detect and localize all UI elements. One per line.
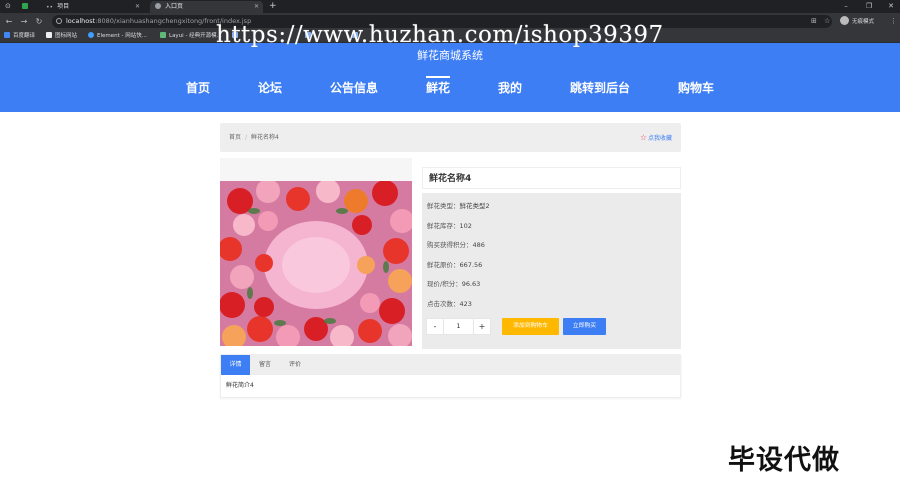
nav-flowers[interactable]: 鲜花 bbox=[425, 73, 451, 103]
minimize-icon[interactable]: – bbox=[838, 0, 854, 13]
buy-now-button[interactable]: 立即购买 bbox=[563, 318, 606, 335]
url-watermark: https://www.huzhan.com/ishop39397 bbox=[216, 22, 664, 48]
site-title: 鲜花商城系统 bbox=[417, 49, 483, 62]
browser-tab-1[interactable] bbox=[17, 1, 39, 13]
globe-icon bbox=[155, 3, 161, 9]
reload-icon[interactable]: ↻ bbox=[33, 13, 45, 30]
breadcrumb-separator: / bbox=[245, 134, 248, 141]
forward-icon[interactable]: → bbox=[18, 13, 30, 30]
close-tab-icon[interactable]: ✕ bbox=[254, 1, 259, 13]
more-menu-icon[interactable]: ⋮ bbox=[890, 13, 897, 30]
product-detail-panel: 鲜花类型：鲜花类型2 鲜花库存：102 购买获得积分：486 鲜花原价：667.… bbox=[422, 193, 681, 349]
browser-menu-icon[interactable]: ⊙ bbox=[5, 0, 11, 13]
flower-wreath-icon bbox=[220, 181, 412, 346]
bookmark-icon bbox=[46, 32, 52, 38]
field-type: 鲜花类型：鲜花类型2 bbox=[427, 202, 490, 210]
increase-button[interactable]: + bbox=[473, 318, 491, 335]
detail-tabs: 详情 留言 评价 鲜花简介4 bbox=[220, 354, 681, 398]
product-name: 鲜花名称4 bbox=[429, 174, 472, 184]
incognito-icon bbox=[840, 16, 849, 25]
star-icon: ☆ bbox=[639, 133, 647, 142]
tab-details[interactable]: 详情 bbox=[221, 355, 250, 375]
nav-forum[interactable]: 论坛 bbox=[258, 73, 282, 103]
field-clicks: 点击次数：423 bbox=[427, 300, 472, 308]
quantity-input[interactable]: 1 bbox=[444, 318, 473, 335]
field-points: 购买获得积分：486 bbox=[427, 241, 485, 249]
field-original-price: 鲜花原价：667.56 bbox=[427, 261, 483, 269]
product-name-box: 鲜花名称4 bbox=[422, 167, 681, 189]
product-image-panel bbox=[220, 158, 412, 346]
translate-icon[interactable]: ⊞ bbox=[811, 13, 817, 30]
product-image bbox=[220, 181, 412, 346]
bookmark-item[interactable]: Element - 网站快... bbox=[88, 30, 147, 43]
close-window-icon[interactable]: ✕ bbox=[883, 0, 899, 13]
field-stock: 鲜花库存：102 bbox=[427, 222, 472, 230]
browser-tab-3[interactable]: 入口页 ✕ bbox=[150, 1, 263, 13]
decrease-button[interactable]: - bbox=[426, 318, 444, 335]
bookmark-icon bbox=[88, 32, 94, 38]
bookmark-item[interactable]: Layui - 经典开源模... bbox=[160, 30, 222, 43]
tab-header: 详情 留言 评价 bbox=[221, 355, 680, 375]
add-to-cart-button[interactable]: 添加到购物车 bbox=[502, 318, 559, 335]
breadcrumb-current: 鲜花名称4 bbox=[251, 134, 279, 141]
nav-admin[interactable]: 跳转到后台 bbox=[570, 73, 630, 103]
restore-icon[interactable]: ❐ bbox=[861, 0, 877, 13]
dots-icon: •• bbox=[46, 4, 54, 11]
browser-tab-bar: ⊙ •• 项目 ✕ 入口页 ✕ + – ❐ ✕ bbox=[0, 0, 900, 13]
tab-content: 鲜花简介4 bbox=[226, 382, 254, 389]
breadcrumb: 首页 / 鲜花名称4 ☆点我收藏 bbox=[220, 123, 681, 152]
breadcrumb-home[interactable]: 首页 bbox=[229, 134, 241, 141]
bookmark-star-icon[interactable]: ☆ bbox=[824, 13, 830, 30]
nav-announcements[interactable]: 公告信息 bbox=[330, 73, 378, 103]
bookmark-icon bbox=[4, 32, 10, 38]
nav-cart[interactable]: 购物车 bbox=[678, 73, 714, 103]
url-host: localhost bbox=[66, 17, 96, 25]
tab-reviews[interactable]: 评价 bbox=[282, 355, 308, 375]
nav-home[interactable]: 首页 bbox=[186, 73, 210, 103]
bookmark-item[interactable]: 百度翻译 bbox=[4, 30, 35, 43]
favorite-button[interactable]: ☆点我收藏 bbox=[640, 123, 672, 153]
back-icon[interactable]: ← bbox=[3, 13, 15, 30]
field-current-price: 现价/积分：96.63 bbox=[427, 280, 481, 288]
nav-mine[interactable]: 我的 bbox=[498, 73, 522, 103]
bookmark-icon bbox=[160, 32, 166, 38]
quantity-stepper: - 1 + bbox=[426, 318, 491, 335]
close-tab-icon[interactable]: ✕ bbox=[135, 1, 140, 13]
app-icon bbox=[22, 3, 28, 9]
main-nav: 首页 论坛 公告信息 鲜花 我的 跳转到后台 购物车 bbox=[0, 73, 900, 103]
corner-watermark: 毕设代做 bbox=[728, 445, 840, 476]
site-info-icon[interactable] bbox=[56, 18, 62, 24]
site-header: 鲜花商城系统 首页 论坛 公告信息 鲜花 我的 跳转到后台 购物车 bbox=[0, 43, 900, 112]
new-tab-icon[interactable]: + bbox=[269, 0, 277, 13]
tab-messages[interactable]: 留言 bbox=[252, 355, 278, 375]
incognito-profile[interactable]: 无痕模式 bbox=[840, 16, 874, 28]
bookmark-item[interactable]: 图标网站 bbox=[46, 30, 77, 43]
browser-tab-2[interactable]: •• 项目 ✕ bbox=[41, 1, 144, 13]
